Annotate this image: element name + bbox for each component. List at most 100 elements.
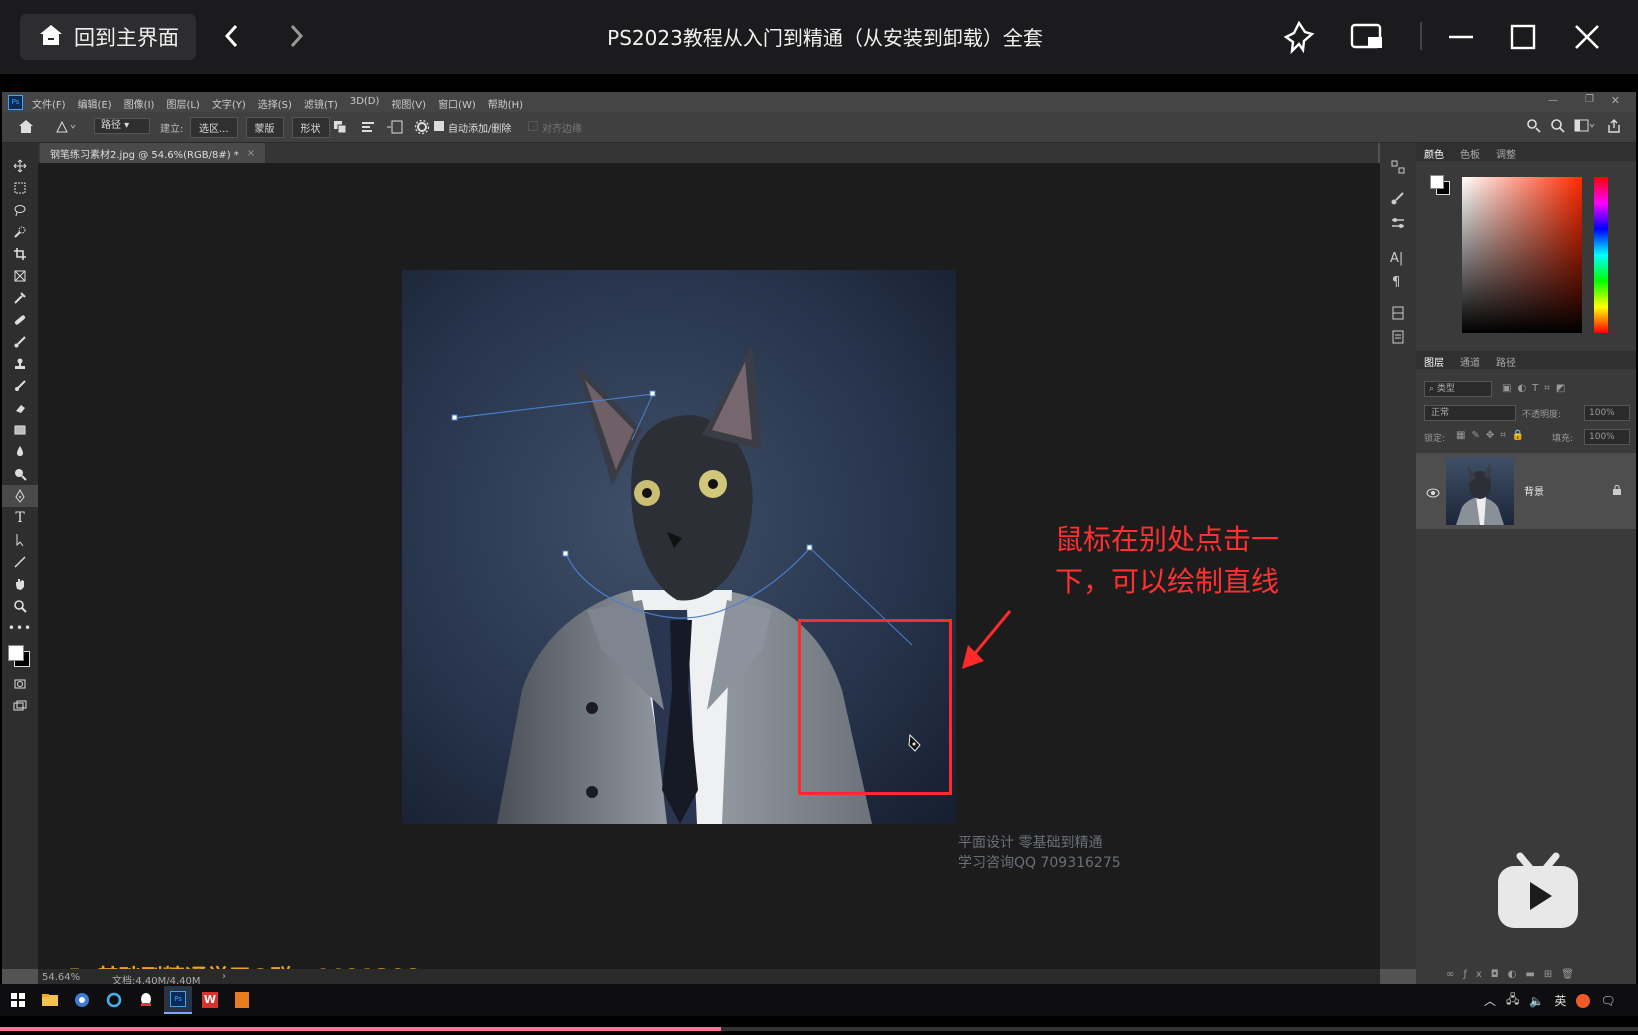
- quick-selection-tool-icon[interactable]: [2, 221, 38, 243]
- quick-mask-icon[interactable]: [2, 673, 38, 695]
- minimize-icon[interactable]: [1448, 24, 1474, 54]
- qq-browser-icon[interactable]: [100, 986, 128, 1014]
- move-tool-icon[interactable]: [2, 155, 38, 177]
- zoom-level[interactable]: 54.64%: [42, 972, 80, 983]
- history-brush-tool-icon[interactable]: [2, 375, 38, 397]
- layer-filter-select[interactable]: ⌕ 类型: [1424, 381, 1492, 397]
- ps-close-icon[interactable]: ✕: [1611, 94, 1620, 107]
- color-swatches[interactable]: [2, 639, 38, 673]
- frame-tool-icon[interactable]: [2, 265, 38, 287]
- browser-icon[interactable]: [68, 986, 96, 1014]
- next-arrow-icon[interactable]: [286, 22, 306, 54]
- panel-foreground-swatch[interactable]: [1430, 175, 1444, 189]
- search-icon[interactable]: [1550, 118, 1566, 138]
- lock-icons[interactable]: ▦✎✥⌗🔒: [1456, 430, 1530, 441]
- hue-slider[interactable]: [1594, 177, 1608, 333]
- path-arrangement-icon[interactable]: [386, 119, 404, 139]
- path-selection-tool-icon[interactable]: [2, 529, 38, 551]
- menu-item[interactable]: 选择(S): [258, 96, 292, 111]
- wps-icon[interactable]: W: [196, 986, 224, 1014]
- menu-item[interactable]: 图层(L): [166, 96, 199, 111]
- hand-tool-icon[interactable]: [2, 573, 38, 595]
- lasso-tool-icon[interactable]: [2, 199, 38, 221]
- make-shape-button[interactable]: 形状: [291, 117, 330, 138]
- eyedropper-tool-icon[interactable]: [2, 287, 38, 309]
- screen-mode-icon[interactable]: [2, 695, 38, 717]
- menu-item[interactable]: 文字(Y): [212, 96, 246, 111]
- qq-icon[interactable]: [132, 986, 160, 1014]
- close-icon[interactable]: [1574, 24, 1600, 54]
- paragraph-panel-icon[interactable]: ¶: [1392, 271, 1400, 290]
- gear-icon[interactable]: [414, 119, 430, 139]
- tab-color[interactable]: 颜色: [1416, 143, 1452, 161]
- adjustments-panel-icon[interactable]: [1390, 215, 1406, 235]
- tray-expand-icon[interactable]: ︿: [1484, 992, 1496, 1009]
- zoom-tool-icon[interactable]: [2, 595, 38, 617]
- line-tool-icon[interactable]: [2, 551, 38, 573]
- menu-item[interactable]: 编辑(E): [78, 96, 112, 111]
- sogou-input-icon[interactable]: [1576, 993, 1591, 1008]
- photoshop-taskbar-icon[interactable]: Ps: [164, 986, 192, 1014]
- more-tools-icon[interactable]: •••: [2, 617, 38, 639]
- character-panel-icon[interactable]: A|: [1390, 247, 1403, 266]
- tab-channels[interactable]: 通道: [1452, 351, 1488, 369]
- libraries-panel-icon[interactable]: [1390, 305, 1406, 325]
- media-player-icon[interactable]: [228, 986, 256, 1014]
- auto-add-delete-checkbox[interactable]: [434, 121, 444, 131]
- color-picker-field[interactable]: [1462, 177, 1582, 333]
- foreground-color-swatch[interactable]: [8, 645, 24, 661]
- eraser-tool-icon[interactable]: [2, 397, 38, 419]
- network-icon[interactable]: 🖧: [1506, 990, 1519, 1011]
- healing-brush-tool-icon[interactable]: [2, 309, 38, 331]
- ps-home-icon[interactable]: [18, 119, 34, 139]
- ps-share-icon[interactable]: [1526, 118, 1542, 138]
- pen-tool-preset-icon[interactable]: [54, 119, 76, 139]
- ps-restore-icon[interactable]: ❐: [1585, 94, 1594, 105]
- blend-mode-select[interactable]: 正常: [1424, 405, 1516, 421]
- opacity-input[interactable]: 100%: [1584, 405, 1630, 421]
- gradient-tool-icon[interactable]: [2, 419, 38, 441]
- properties-panel-icon[interactable]: [1390, 329, 1406, 349]
- tab-swatches[interactable]: 色板: [1452, 143, 1488, 161]
- layer-row[interactable]: 背景: [1416, 453, 1636, 529]
- pen-tool-icon[interactable]: [2, 485, 38, 507]
- fill-input[interactable]: 100%: [1584, 429, 1630, 445]
- tab-adjustments[interactable]: 调整: [1488, 143, 1524, 161]
- menu-item[interactable]: 文件(F): [32, 96, 66, 111]
- type-tool-icon[interactable]: T: [2, 507, 38, 529]
- menu-item[interactable]: 图像(I): [124, 96, 155, 111]
- ps-minimize-icon[interactable]: —: [1548, 95, 1558, 106]
- windows-start-icon[interactable]: [4, 986, 32, 1014]
- make-selection-button[interactable]: 选区...: [190, 117, 238, 138]
- document-tab[interactable]: 钢笔练习素材2.jpg @ 54.6%(RGB/8#) * ×: [40, 143, 266, 163]
- tab-paths[interactable]: 路径: [1488, 351, 1524, 369]
- layer-footer-icons[interactable]: ∞ƒx◘◐▬⊞🗑: [1446, 969, 1583, 980]
- document-tab-close-icon[interactable]: ×: [247, 148, 255, 159]
- align-edges-checkbox[interactable]: [528, 121, 538, 131]
- menu-item[interactable]: 3D(D): [350, 96, 380, 111]
- maximize-icon[interactable]: [1510, 24, 1536, 54]
- picture-in-picture-icon[interactable]: [1350, 22, 1384, 56]
- brush-panel-icon[interactable]: [1390, 191, 1406, 211]
- input-language[interactable]: 英: [1554, 992, 1566, 1009]
- layer-visibility-eye-icon[interactable]: [1426, 483, 1440, 502]
- stamp-tool-icon[interactable]: [2, 353, 38, 375]
- export-icon[interactable]: [1606, 118, 1622, 138]
- pen-mode-select[interactable]: 路径 ▾: [94, 118, 150, 134]
- marquee-tool-icon[interactable]: [2, 177, 38, 199]
- pin-icon[interactable]: [1282, 20, 1316, 58]
- crop-tool-icon[interactable]: [2, 243, 38, 265]
- workspace-icon[interactable]: [1574, 118, 1596, 138]
- notification-icon[interactable]: 🗨: [1600, 994, 1615, 1008]
- menu-item[interactable]: 窗口(W): [438, 96, 476, 111]
- blur-tool-icon[interactable]: [2, 441, 38, 463]
- path-operations-icon[interactable]: [332, 119, 348, 139]
- brush-tool-icon[interactable]: [2, 331, 38, 353]
- menu-item[interactable]: 视图(V): [391, 96, 426, 111]
- tab-layers[interactable]: 图层: [1416, 351, 1452, 369]
- menu-item[interactable]: 滤镜(T): [304, 96, 338, 111]
- volume-icon[interactable]: 🔈: [1529, 994, 1544, 1008]
- back-to-home-button[interactable]: 回到主界面: [20, 14, 196, 60]
- prev-arrow-icon[interactable]: [222, 22, 242, 54]
- status-expand-icon[interactable]: ›: [222, 971, 226, 982]
